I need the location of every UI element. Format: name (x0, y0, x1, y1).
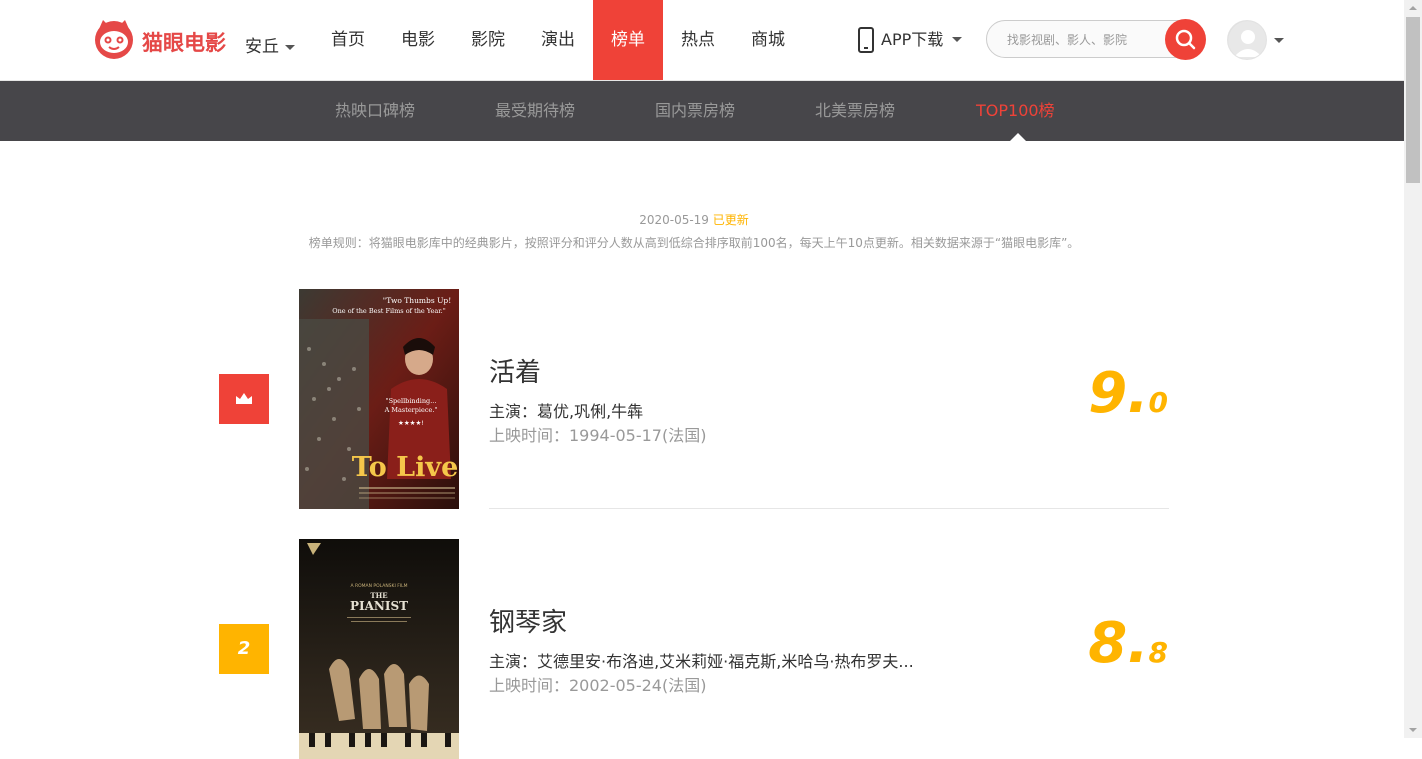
movie-score-1: 9.0 (1088, 361, 1168, 426)
movie-title-1[interactable]: 活着 (489, 352, 541, 389)
tab-top100[interactable]: TOP100榜 (976, 81, 1055, 141)
chevron-down-icon[interactable] (1274, 38, 1284, 43)
search-input[interactable] (1005, 29, 1159, 51)
tab-domestic-boxoffice[interactable]: 国内票房榜 (655, 81, 735, 141)
crown-icon (236, 393, 252, 404)
poster-title: To Live (352, 452, 459, 483)
update-date: 2020-05-19 (639, 213, 709, 227)
movie-score-2: 8.8 (1088, 611, 1168, 676)
nav-shows[interactable]: 演出 (523, 0, 593, 80)
update-status: 已更新 (712, 213, 749, 227)
chevron-down-icon (285, 44, 295, 50)
nav-mall[interactable]: 商城 (733, 0, 803, 80)
scroll-down-arrow-icon[interactable] (1409, 728, 1417, 732)
movie-stars-1: 主演：葛优,巩俐,牛犇 (489, 402, 644, 421)
chevron-down-icon (952, 37, 962, 42)
tab-na-boxoffice[interactable]: 北美票房榜 (815, 81, 895, 141)
poster-rating: ★★★★! (398, 419, 424, 427)
scroll-up-arrow-icon[interactable] (1409, 6, 1417, 10)
nav-movies[interactable]: 电影 (383, 0, 453, 80)
scrollbar-thumb[interactable] (1406, 17, 1420, 183)
poster-quote-line2: One of the Best Films of the Year." (332, 307, 445, 315)
movie-title-2[interactable]: 钢琴家 (489, 602, 567, 639)
score-integer: 8. (1088, 611, 1149, 676)
movie-stars-2: 主演：艾德里安·布洛迪,艾米莉娅·福克斯,米哈乌·热布罗夫... (489, 652, 914, 671)
city-name: 安丘 (245, 37, 279, 57)
user-icon (1228, 21, 1266, 59)
brand-name[interactable]: 猫眼电影 (142, 27, 226, 57)
poster-quote-line3: "Spellbinding... (386, 397, 437, 405)
score-fraction: 8 (1148, 636, 1168, 669)
poster-quote-line4: A Masterpiece." (384, 406, 438, 414)
poster-title: PIANIST (350, 599, 408, 613)
city-selector[interactable]: 安丘 (245, 32, 295, 57)
row-divider (489, 508, 1169, 509)
phone-icon (858, 27, 874, 53)
nav-board[interactable]: 榜单 (593, 0, 663, 80)
search-icon (1175, 29, 1196, 50)
tab-hot-reputation[interactable]: 热映口碑榜 (335, 81, 415, 141)
app-download-label: APP下载 (881, 30, 944, 49)
board-subnav: 热映口碑榜 最受期待榜 国内票房榜 北美票房榜 TOP100榜 (0, 81, 1404, 141)
poster-image: "Two Thumbs Up! One of the Best Films of… (299, 289, 459, 509)
movie-release-2: 上映时间：2002-05-24(法国) (489, 676, 707, 695)
movie-poster-1[interactable]: "Two Thumbs Up! One of the Best Films of… (299, 289, 459, 509)
poster-quote-line1: "Two Thumbs Up! (383, 296, 451, 305)
movie-release-1: 上映时间：1994-05-17(法国) (489, 426, 707, 445)
search-button[interactable] (1165, 19, 1206, 60)
poster-credit: A ROMAN POLANSKI FILM (350, 583, 407, 589)
poster-image: A ROMAN POLANSKI FILM THE PIANIST (299, 539, 459, 759)
active-tab-indicator (1010, 133, 1026, 141)
tab-most-expected[interactable]: 最受期待榜 (495, 81, 575, 141)
nav-home[interactable]: 首页 (313, 0, 383, 80)
movie-poster-2[interactable]: A ROMAN POLANSKI FILM THE PIANIST (299, 539, 459, 759)
top-header: 猫眼电影 安丘 首页 电影 影院 演出 榜单 热点 商城 APP下载 (0, 0, 1404, 81)
score-fraction: 0 (1148, 386, 1168, 419)
rank-badge-1 (219, 374, 269, 424)
nav-cinemas[interactable]: 影院 (453, 0, 523, 80)
score-integer: 9. (1088, 361, 1149, 426)
board-rule: 榜单规则：将猫眼电影库中的经典影片，按照评分和评分人数从高到低综合排序取前100… (308, 236, 1080, 250)
update-info: 2020-05-19 已更新 (0, 211, 1388, 228)
maoyan-logo-icon[interactable] (94, 19, 134, 59)
nav-hot[interactable]: 热点 (663, 0, 733, 80)
user-avatar[interactable] (1227, 20, 1267, 60)
rank-badge-2: 2 (219, 624, 269, 674)
